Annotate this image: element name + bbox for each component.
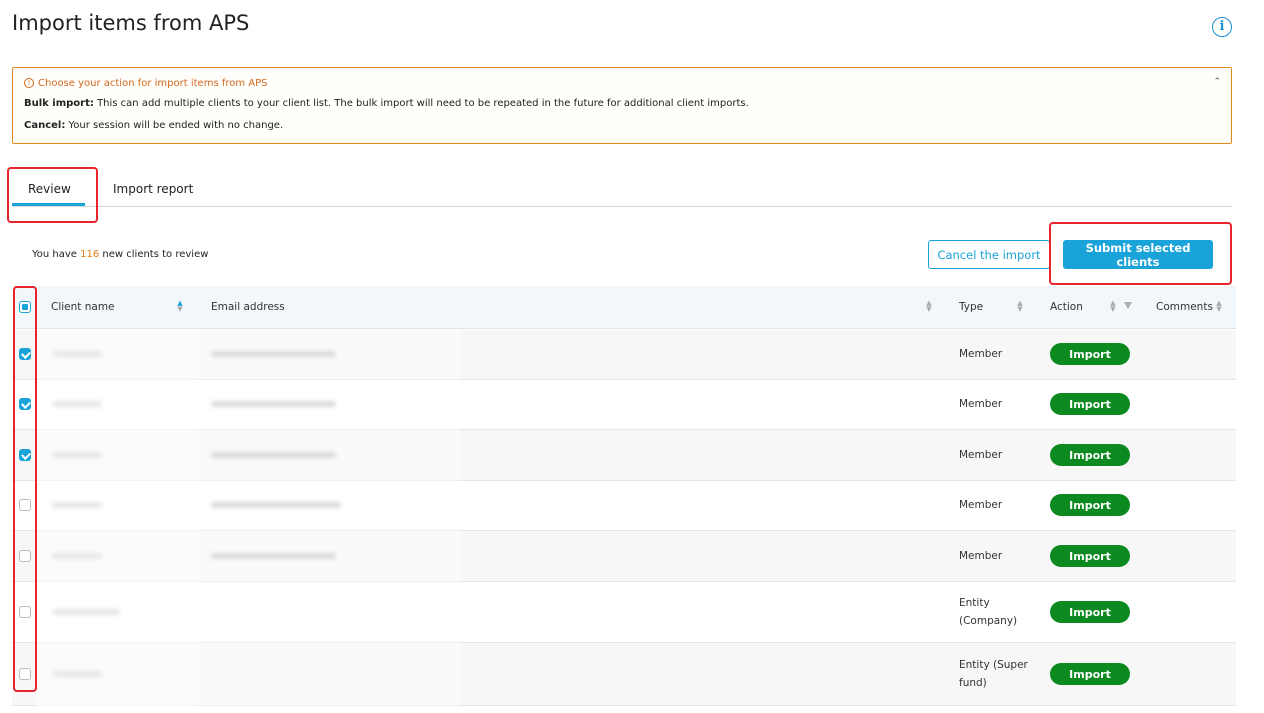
client-type: Member bbox=[959, 449, 1003, 461]
client-type: Entity (Company) bbox=[959, 597, 1018, 627]
import-button[interactable]: Import bbox=[1050, 663, 1130, 685]
alert-cancel-text: Your session will be ended with no chang… bbox=[65, 120, 284, 131]
sort-client-name-icon[interactable]: ▲ ▼ bbox=[176, 300, 184, 313]
new-clients-count: 116 bbox=[80, 249, 100, 260]
redaction-overlay bbox=[198, 330, 460, 706]
redaction-overlay bbox=[36, 330, 198, 713]
import-button[interactable]: Import bbox=[1050, 601, 1130, 623]
sort-type-icon[interactable]: ▲ ▼ bbox=[1016, 300, 1024, 313]
import-button[interactable]: Import bbox=[1050, 343, 1130, 365]
column-action[interactable]: Action bbox=[1050, 301, 1083, 313]
client-type: Member bbox=[959, 398, 1003, 410]
alert-cancel-line: Cancel: Your session will be ended with … bbox=[24, 120, 1220, 134]
alert-cancel-label: Cancel: bbox=[24, 120, 66, 131]
column-comments[interactable]: Comments bbox=[1156, 301, 1213, 313]
alert-title-text: Choose your action for import items from… bbox=[38, 77, 268, 89]
review-summary: You have 116 new clients to review bbox=[32, 249, 208, 260]
client-type: Member bbox=[959, 499, 1003, 511]
warning-icon: ! bbox=[24, 78, 34, 88]
info-icon[interactable]: i bbox=[1212, 17, 1232, 37]
review-tab-highlight bbox=[7, 167, 98, 223]
import-button[interactable]: Import bbox=[1050, 444, 1130, 466]
import-button[interactable]: Import bbox=[1050, 545, 1130, 567]
sort-action-icon[interactable]: ▲ ▼ bbox=[1109, 300, 1117, 313]
filter-action-icon[interactable] bbox=[1124, 302, 1132, 309]
import-button[interactable]: Import bbox=[1050, 393, 1130, 415]
client-type: Entity (Super fund) bbox=[959, 659, 1028, 689]
import-button[interactable]: Import bbox=[1050, 494, 1130, 516]
client-type: Member bbox=[959, 348, 1003, 360]
sort-email-icon[interactable]: ▲ ▼ bbox=[925, 300, 933, 313]
cancel-import-button[interactable]: Cancel the import bbox=[928, 240, 1050, 269]
tab-import-report[interactable]: Import report bbox=[113, 182, 193, 196]
sort-comments-icon[interactable]: ▲ ▼ bbox=[1215, 300, 1223, 313]
alert-title: ! Choose your action for import items fr… bbox=[24, 76, 1220, 90]
tab-bar: Review Import report bbox=[12, 176, 1232, 207]
submit-button-highlight bbox=[1049, 222, 1232, 285]
collapse-icon[interactable]: ⌃ bbox=[1213, 77, 1221, 87]
alert-bulk-label: Bulk import: bbox=[24, 98, 94, 109]
column-client-name[interactable]: Client name bbox=[51, 301, 115, 313]
info-alert: ! Choose your action for import items fr… bbox=[12, 67, 1232, 144]
client-type: Member bbox=[959, 550, 1003, 562]
alert-bulk-line: Bulk import: This can add multiple clien… bbox=[24, 98, 1220, 112]
page-title: Import items from APS bbox=[12, 11, 250, 35]
table-header: Client name ▲ ▼ Email address ▲ ▼ Type ▲ ▼ … bbox=[12, 286, 1236, 329]
alert-bulk-text: This can add multiple clients to your cl… bbox=[93, 98, 749, 109]
summary-suffix: new clients to review bbox=[99, 249, 209, 260]
checkbox-column-highlight bbox=[13, 286, 37, 692]
column-type[interactable]: Type bbox=[959, 301, 983, 313]
summary-prefix: You have bbox=[32, 249, 81, 260]
column-email-address[interactable]: Email address bbox=[211, 301, 285, 313]
